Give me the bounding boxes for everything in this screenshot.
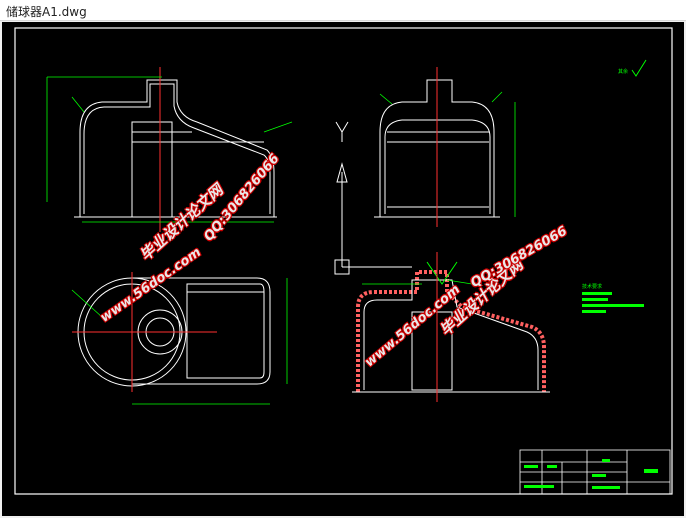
title-block-text (524, 459, 658, 489)
drawing-border (14, 27, 673, 495)
side-dimensions (379, 91, 516, 217)
window-title: 储球器A1.dwg (6, 5, 87, 19)
tech-req-lines (582, 292, 644, 313)
window-titlebar: 储球器A1.dwg (0, 0, 686, 21)
drawing-svg: 其余 技术要求 (14, 27, 673, 495)
cad-drawing-canvas[interactable]: 其余 技术要求 毕业设计论文网 QQ:306826066 www.56doc.c… (2, 22, 684, 516)
roughness-symbol (631, 59, 647, 77)
ucs-icon (334, 121, 412, 275)
tech-req-title: 技术要求 (582, 283, 602, 290)
roughness-label: 其余 (618, 68, 628, 75)
